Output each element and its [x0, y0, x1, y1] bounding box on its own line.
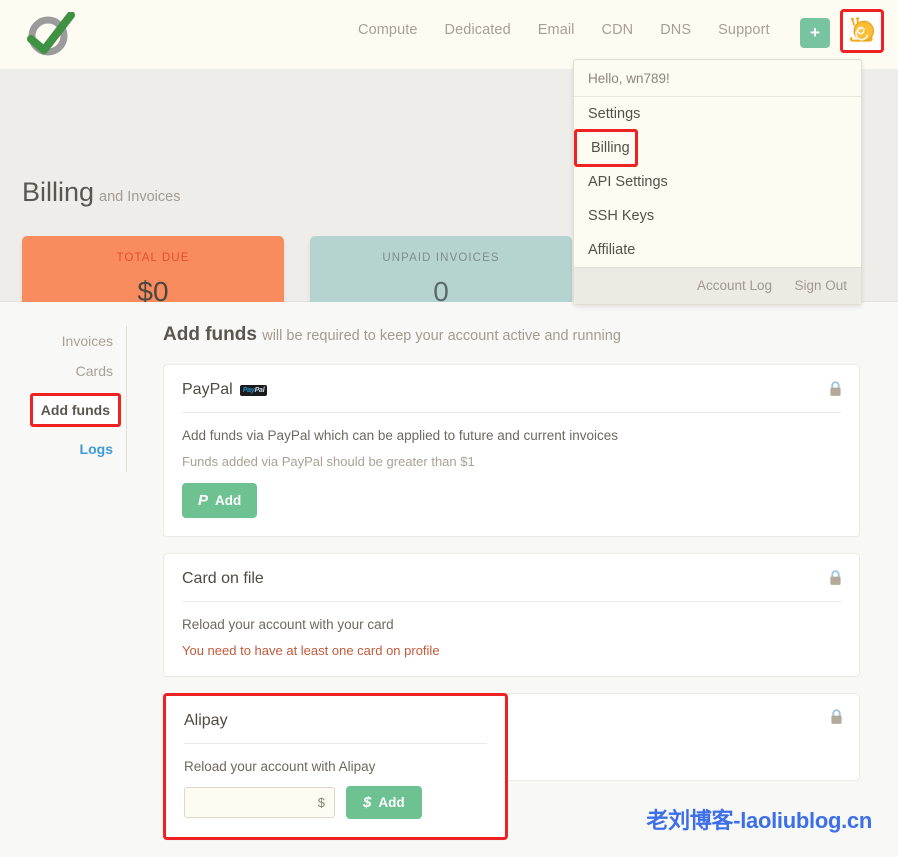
- total-due-label: TOTAL DUE: [116, 252, 190, 264]
- page-title: Billing and Invoices: [22, 177, 180, 208]
- sidebar-item-add-funds[interactable]: Add funds: [29, 393, 121, 427]
- account-log-link[interactable]: Account Log: [697, 278, 772, 293]
- add-new-button[interactable]: +: [800, 17, 830, 48]
- paypal-add-label: Add: [215, 493, 242, 508]
- alipay-title-text: Alipay: [184, 712, 228, 729]
- unpaid-invoices-label: UNPAID INVOICES: [382, 252, 500, 264]
- nav-item-cdn[interactable]: CDN: [602, 22, 634, 38]
- alipay-card-title: Alipay: [184, 712, 487, 744]
- alipay-amount-input[interactable]: $: [184, 787, 335, 818]
- account-avatar-button[interactable]: [840, 9, 884, 53]
- paypal-note: Funds added via PayPal should be greater…: [182, 454, 475, 469]
- section-heading-main: Add funds: [163, 324, 257, 345]
- card-on-file-title: Card on file: [182, 570, 841, 602]
- sign-out-link[interactable]: Sign Out: [794, 278, 847, 293]
- sidebar-item-cards[interactable]: Cards: [0, 356, 113, 386]
- nav-item-email[interactable]: Email: [538, 22, 575, 38]
- dollar-icon: $: [363, 794, 372, 811]
- lock-icon: [830, 381, 841, 396]
- paypal-description: Add funds via PayPal which can be applie…: [182, 428, 619, 443]
- lock-icon: [831, 709, 842, 724]
- dropdown-item-settings[interactable]: Settings: [574, 97, 861, 131]
- card-on-file-title-text: Card on file: [182, 570, 264, 587]
- dropdown-footer: Account Log Sign Out: [574, 267, 861, 304]
- section-heading: Add funds will be required to keep your …: [163, 324, 860, 346]
- paypal-card-title: PayPal PayPal: [182, 381, 841, 413]
- alipay-lock-wrap: [830, 709, 843, 730]
- dropdown-item-ssh-keys[interactable]: SSH Keys: [574, 199, 861, 233]
- nav-item-compute[interactable]: Compute: [358, 22, 418, 38]
- section-heading-sub: will be required to keep your account ac…: [262, 328, 621, 344]
- watermark-text: 老刘博客-laoliublog.cn: [646, 808, 872, 833]
- nav-item-dedicated[interactable]: Dedicated: [445, 22, 511, 38]
- page-title-sub: and Invoices: [99, 189, 181, 205]
- vultr-logo-icon: [27, 11, 75, 55]
- page-title-main: Billing: [22, 177, 95, 207]
- paypal-lock-wrap: [829, 381, 842, 402]
- sidebar-item-invoices[interactable]: Invoices: [0, 326, 113, 356]
- nav-item-support[interactable]: Support: [718, 22, 770, 38]
- paypal-title-text: PayPal: [182, 381, 233, 398]
- add-funds-panel: Add funds will be required to keep your …: [163, 324, 860, 840]
- card-on-file-error: You need to have at least one card on pr…: [182, 643, 440, 658]
- main-navigation: Compute Dedicated Email CDN DNS Support: [358, 22, 770, 38]
- site-logo[interactable]: [18, 7, 80, 63]
- nav-item-dns[interactable]: DNS: [660, 22, 691, 38]
- card-on-file-description: Reload your account with your card: [182, 617, 394, 632]
- sidebar-item-logs[interactable]: Logs: [0, 434, 113, 464]
- paypal-p-icon: P: [198, 492, 209, 509]
- alipay-add-button[interactable]: $ Add: [346, 786, 422, 819]
- alipay-amount-currency: $: [317, 795, 325, 810]
- alipay-add-label: Add: [378, 795, 405, 810]
- account-dropdown-menu: Hello, wn789! Settings Billing API Setti…: [573, 59, 862, 305]
- lock-icon: [830, 570, 841, 585]
- alipay-description: Reload your account with Alipay: [184, 759, 376, 774]
- card-on-file-card: Card on file Reload your account with yo…: [163, 553, 860, 677]
- dropdown-item-api-settings[interactable]: API Settings: [574, 165, 861, 199]
- snail-avatar-icon: [849, 17, 874, 42]
- dropdown-item-affiliate[interactable]: Affiliate: [574, 233, 861, 267]
- alipay-card: Alipay Reload your account with Alipay $…: [163, 693, 508, 840]
- paypal-logo-badge: PayPal: [239, 384, 268, 396]
- paypal-add-button[interactable]: P Add: [182, 483, 258, 518]
- main-content-area: Invoices Cards Add funds Logs Add funds …: [0, 302, 898, 857]
- card-on-file-lock-wrap: [829, 570, 842, 591]
- alipay-amount-row: $ $ Add: [184, 786, 487, 819]
- dropdown-item-billing[interactable]: Billing: [574, 129, 638, 167]
- header-actions: +: [800, 9, 888, 53]
- sidebar-item-add-funds-wrap: Add funds: [0, 386, 121, 434]
- paypal-card: PayPal PayPal Add funds via PayPal which…: [163, 364, 860, 537]
- dropdown-greeting: Hello, wn789!: [574, 60, 861, 97]
- billing-sidebar: Invoices Cards Add funds Logs: [0, 326, 127, 472]
